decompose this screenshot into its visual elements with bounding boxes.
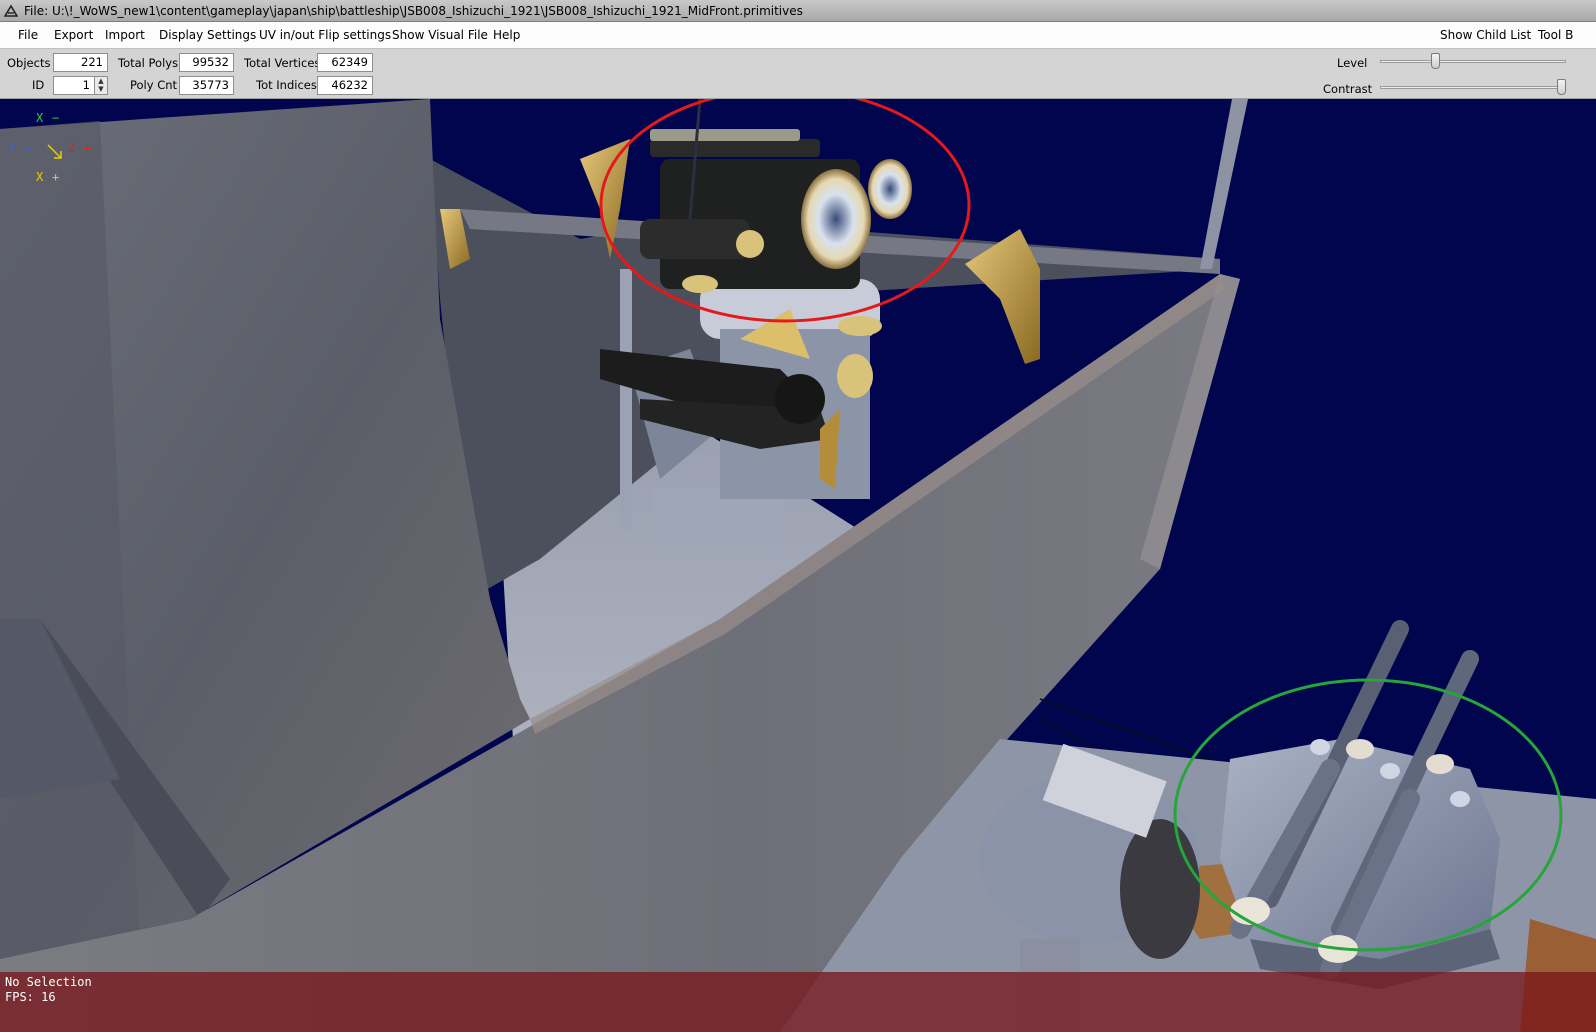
objects-field[interactable]: 221 <box>53 53 108 72</box>
axis-x-top-sign: − <box>52 111 60 125</box>
spin-down-icon[interactable]: ▼ <box>95 85 107 93</box>
axis-z-left-sign: − <box>24 141 32 155</box>
total-vertices-label: Total Vertices <box>244 56 321 70</box>
level-label: Level <box>1337 56 1368 70</box>
stats-panel: Objects 221 ID 1 ▲ ▼ Total Polys 99532 P… <box>0 49 1596 99</box>
id-spinner[interactable]: ▲ ▼ <box>94 76 108 95</box>
menu-show-child-list[interactable]: Show Child List <box>1440 22 1531 48</box>
contrast-slider-track[interactable] <box>1380 86 1566 89</box>
ship-model-render[interactable] <box>0 99 1596 1032</box>
total-vertices-field: 62349 <box>317 53 373 72</box>
axis-z-left-label: Z <box>8 141 16 155</box>
total-polys-field: 99532 <box>179 53 234 72</box>
app-icon <box>4 3 18 17</box>
menu-uv-flip-settings[interactable]: UV in/out Flip settings <box>259 22 391 48</box>
menu-display-settings[interactable]: Display Settings <box>159 22 256 48</box>
menu-bar: File Export Import Display Settings UV i… <box>0 22 1596 49</box>
axis-x-top-label: X <box>36 111 44 125</box>
axis-x-bottom-label: X <box>36 170 44 184</box>
contrast-slider-thumb[interactable] <box>1557 79 1566 95</box>
tot-indices-label: Tot Indices <box>256 78 317 92</box>
selection-status: No Selection <box>5 975 92 989</box>
menu-file[interactable]: File <box>18 22 38 48</box>
spin-up-icon[interactable]: ▲ <box>95 77 107 85</box>
3d-viewport[interactable]: X − Z − Z + X + No Selection FPS: 16 <box>0 99 1596 1032</box>
menu-help[interactable]: Help <box>493 22 520 48</box>
objects-label: Objects <box>7 56 51 70</box>
tot-indices-field: 46232 <box>317 76 373 95</box>
menu-import[interactable]: Import <box>105 22 145 48</box>
axis-z-right-label: Z <box>68 141 76 155</box>
menu-export[interactable]: Export <box>54 22 93 48</box>
axis-x-bottom-sign: + <box>52 170 60 184</box>
menu-tool[interactable]: Tool B <box>1538 22 1573 48</box>
window-title: File: U:\!_WoWS_new1\content\gameplay\ja… <box>24 3 803 18</box>
status-overlay: No Selection FPS: 16 <box>0 972 1596 1032</box>
id-label: ID <box>32 78 45 92</box>
poly-cnt-label: Poly Cnt <box>130 78 178 92</box>
poly-cnt-field: 35773 <box>179 76 234 95</box>
menu-show-visual-file[interactable]: Show Visual File <box>392 22 488 48</box>
total-polys-label: Total Polys <box>118 56 179 70</box>
axis-arrow-icon <box>47 144 62 159</box>
title-bar: File: U:\!_WoWS_new1\content\gameplay\ja… <box>0 0 1596 22</box>
fps-counter: FPS: 16 <box>5 990 56 1004</box>
level-slider-track[interactable] <box>1380 60 1566 63</box>
contrast-label: Contrast <box>1323 82 1373 96</box>
axis-z-right-sign: + <box>84 141 92 155</box>
level-slider-thumb[interactable] <box>1431 53 1441 69</box>
id-field[interactable]: 1 <box>53 76 95 95</box>
